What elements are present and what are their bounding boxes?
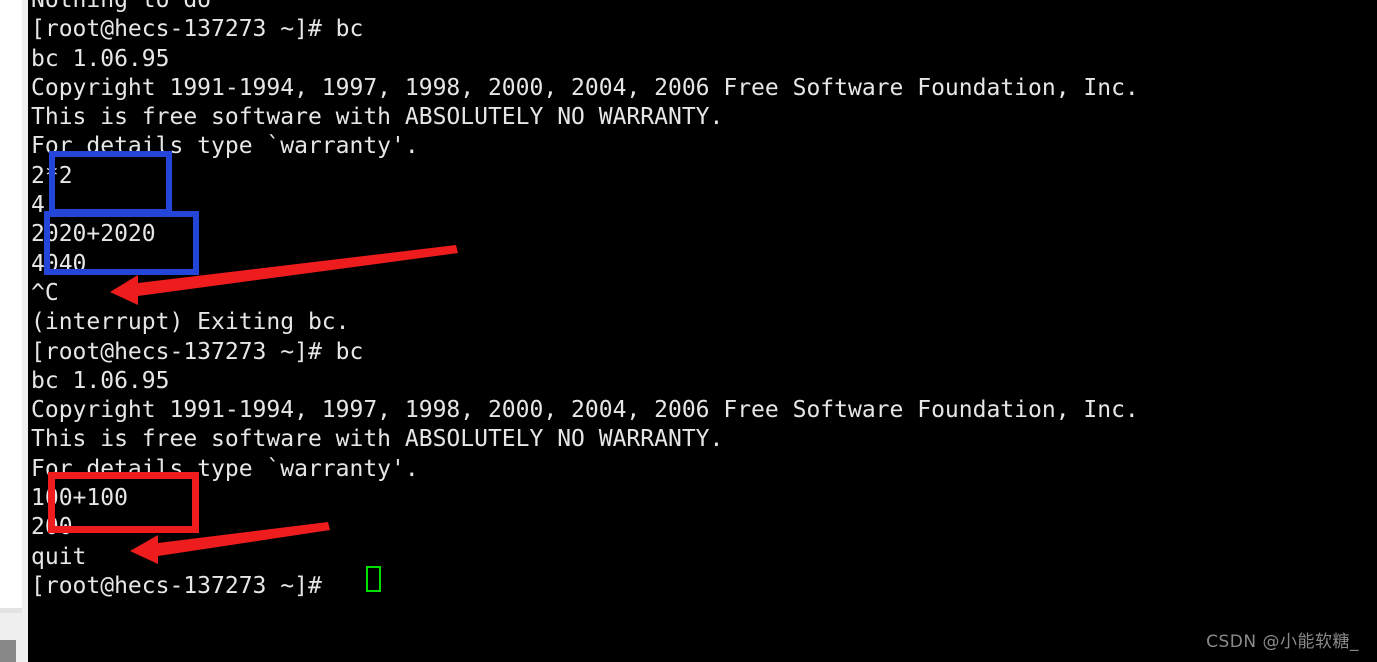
terminal-line: For details type `warranty'. — [31, 455, 419, 482]
left-gutter — [0, 0, 28, 662]
terminal-line: [root@hecs-137273 ~]# bc — [31, 338, 364, 365]
left-panel-separator — [0, 608, 22, 613]
terminal-line: This is free software with ABSOLUTELY NO… — [31, 426, 724, 453]
terminal-line: Copyright 1991-1994, 1997, 1998, 2000, 2… — [31, 397, 1139, 424]
terminal-line: bc 1.06.95 — [31, 45, 170, 72]
terminal-line: 100+100 — [31, 485, 128, 512]
text-cursor — [366, 566, 381, 592]
left-white-panel — [0, 0, 22, 608]
terminal-line: [root@hecs-137273 ~]# bc — [31, 16, 364, 43]
terminal-line: Nothing to do — [31, 0, 212, 13]
blue-highlight-box-expression-1 — [49, 151, 172, 215]
terminal-line: bc 1.06.95 — [31, 367, 170, 394]
terminal-line: This is free software with ABSOLUTELY NO… — [31, 104, 724, 131]
red-arrow-pointing-to-quit — [130, 522, 330, 564]
terminal-line: For details type `warranty'. — [31, 133, 419, 160]
terminal-line: [root@hecs-137273 ~]# — [31, 572, 336, 599]
terminal-line: 4 — [31, 192, 45, 219]
watermark-text: CSDN @小能软糖_ — [1206, 632, 1359, 652]
scrollbar-thumb[interactable] — [0, 640, 16, 662]
gutter-divider — [22, 0, 28, 662]
terminal-line: 2*2 — [31, 162, 73, 189]
terminal-line: Copyright 1991-1994, 1997, 1998, 2000, 2… — [31, 74, 1139, 101]
terminal-window: Nothing to do [root@hecs-137273 ~]# bc bc … — [0, 0, 1377, 662]
red-arrow-pointing-to-interrupt — [110, 245, 458, 305]
terminal-output-area[interactable]: Nothing to do [root@hecs-137273 ~]# bc bc … — [28, 0, 1377, 662]
